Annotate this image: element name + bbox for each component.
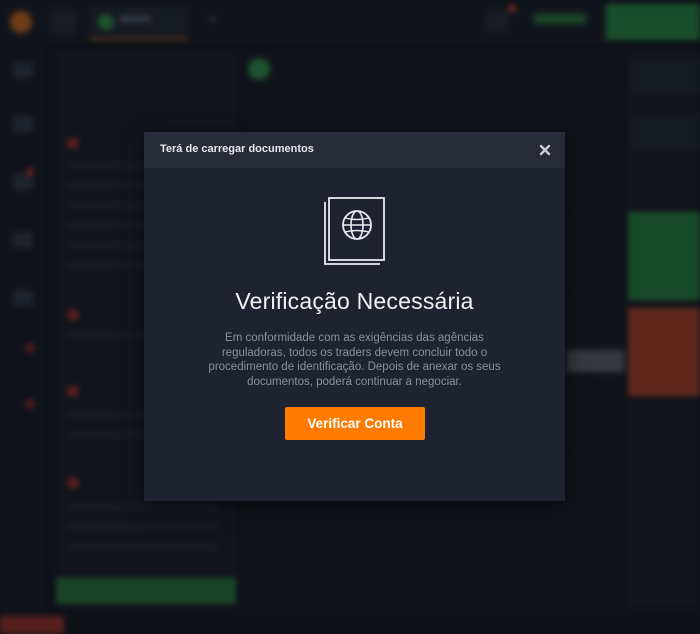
passport-globe-icon <box>322 196 388 266</box>
modal-heading: Verificação Necessária <box>235 288 474 314</box>
modal-header: Terá de carregar documentos <box>144 132 565 168</box>
modal-description: Em conformidade com as exigências das ag… <box>208 332 501 388</box>
verify-account-button[interactable]: Verificar Conta <box>285 407 425 440</box>
verification-modal: Terá de carregar documentos Verificação … <box>144 132 565 501</box>
modal-title: Terá de carregar documentos <box>160 143 314 155</box>
close-icon[interactable] <box>536 141 554 159</box>
